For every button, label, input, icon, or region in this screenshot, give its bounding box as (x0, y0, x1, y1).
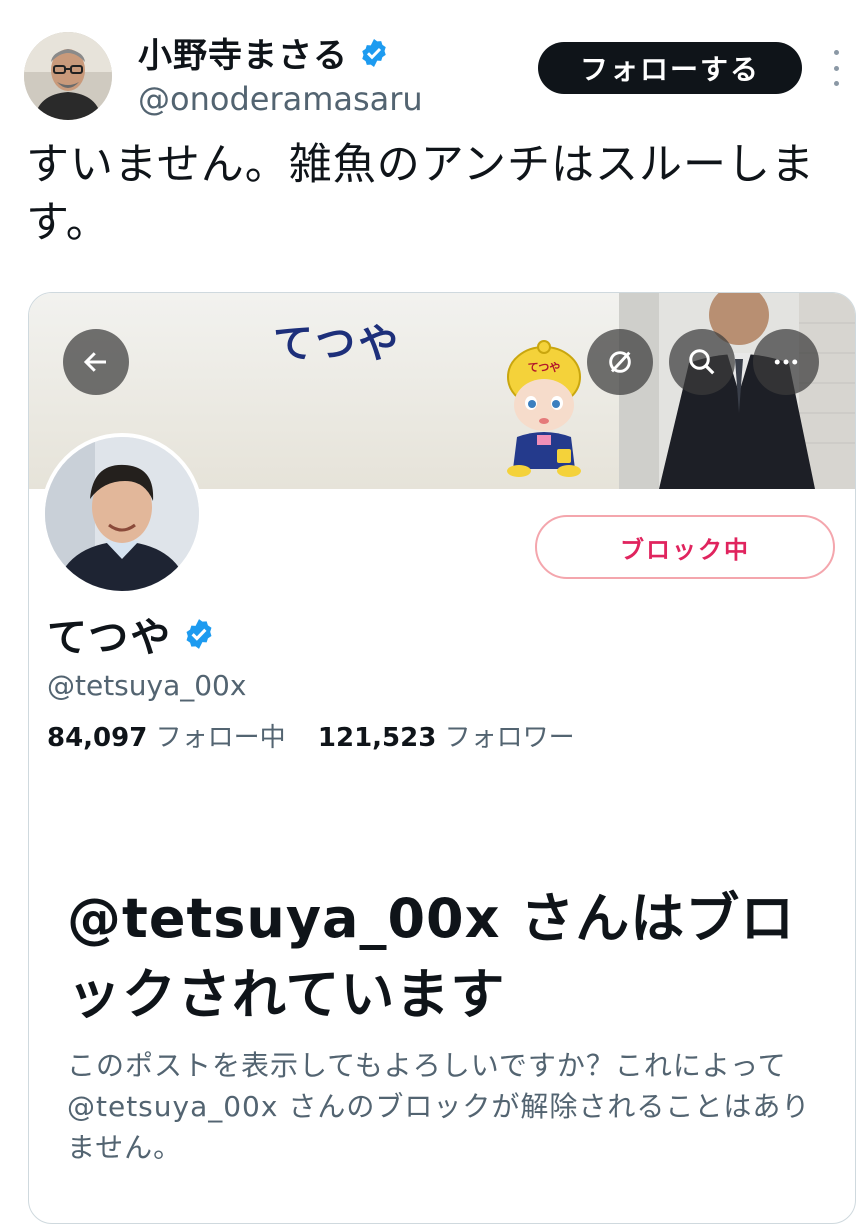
banner-title: てつや (273, 321, 402, 367)
profile-name: てつや (47, 605, 216, 663)
followers-label: フォロワー (444, 723, 575, 753)
back-arrow-icon[interactable] (63, 329, 129, 395)
more-options-icon[interactable] (753, 329, 819, 395)
followers-count: 121,523 (317, 723, 437, 753)
author-name-text[interactable]: 小野寺まさる (138, 28, 348, 77)
blocked-button[interactable]: ブロック中 (535, 515, 835, 579)
follow-button[interactable]: フォローする (538, 42, 802, 94)
profile-handle: @tetsuya_00x (47, 669, 247, 702)
hide-media-icon[interactable] (587, 329, 653, 395)
profile-avatar[interactable] (41, 433, 203, 595)
following-label: フォロー中 (155, 723, 286, 753)
baby-cap-text: てつや (528, 361, 561, 374)
blocked-title: @tetsuya_00x さんはブロックされています (67, 887, 796, 1026)
search-icon[interactable] (669, 329, 735, 395)
tweet-text: すいません。雑魚のアンチはスルーします。 (26, 140, 815, 248)
author-avatar[interactable] (24, 32, 112, 120)
author-name[interactable]: 小野寺まさる (138, 28, 390, 77)
banner-photo (619, 293, 855, 489)
profile-name-text: てつや (47, 615, 173, 661)
author-handle[interactable]: @onoderamasaru (138, 80, 423, 118)
verified-badge-icon (362, 38, 386, 67)
following-count: 84,097 (47, 723, 148, 753)
more-icon[interactable] (826, 50, 846, 86)
embedded-image[interactable]: てつや てつや ブロック中 てつや @tetsuya_00x 84,097 フォ… (28, 292, 856, 1224)
profile-stats: 84,097 フォロー中 121,523 フォロワー (47, 717, 599, 754)
blocked-description: このポストを表示してもよろしいですか？これによって @tetsuya_00x さ… (67, 1049, 811, 1164)
verified-badge-icon (186, 619, 212, 649)
baby-illustration: てつや (507, 340, 581, 477)
